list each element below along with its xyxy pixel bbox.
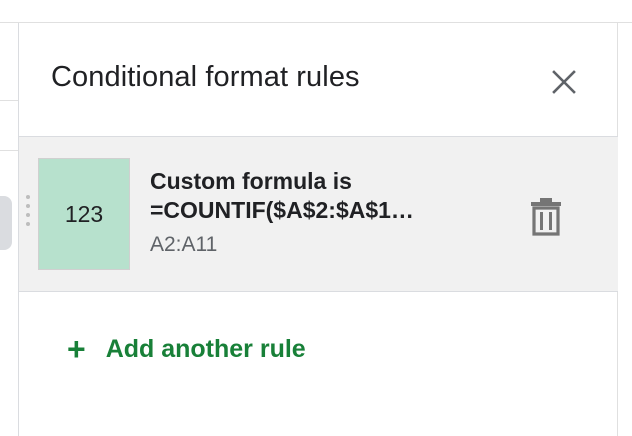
rule-condition-type: Custom formula is	[150, 168, 352, 194]
rule-range: A2:A11	[150, 233, 218, 256]
rule-card[interactable]: 123 Custom formula is =COUNTIF($A$2:$A$1…	[19, 136, 618, 292]
conditional-format-panel: Conditional format rules 123 Custom form…	[19, 23, 632, 436]
close-icon	[552, 70, 576, 94]
add-another-rule-button[interactable]: + Add another rule	[67, 333, 306, 365]
close-button[interactable]	[547, 65, 581, 99]
preview-text: 123	[64, 200, 104, 227]
trash-icon	[531, 198, 561, 236]
rule-formula: =COUNTIF($A$2:$A$1…	[150, 197, 414, 223]
scrollbar-thumb[interactable]	[0, 196, 12, 250]
spreadsheet-edge	[0, 0, 18, 436]
rule-description: Custom formula is =COUNTIF($A$2:$A$1… A2…	[150, 167, 450, 257]
panel-title: Conditional format rules	[51, 61, 360, 93]
format-preview: 123	[38, 158, 130, 270]
add-rule-label: Add another rule	[105, 334, 306, 363]
row-divider	[0, 100, 18, 101]
drag-handle-icon[interactable]	[26, 195, 32, 235]
delete-rule-button[interactable]	[525, 193, 567, 241]
row-divider	[0, 150, 18, 151]
plus-icon: +	[67, 331, 86, 367]
